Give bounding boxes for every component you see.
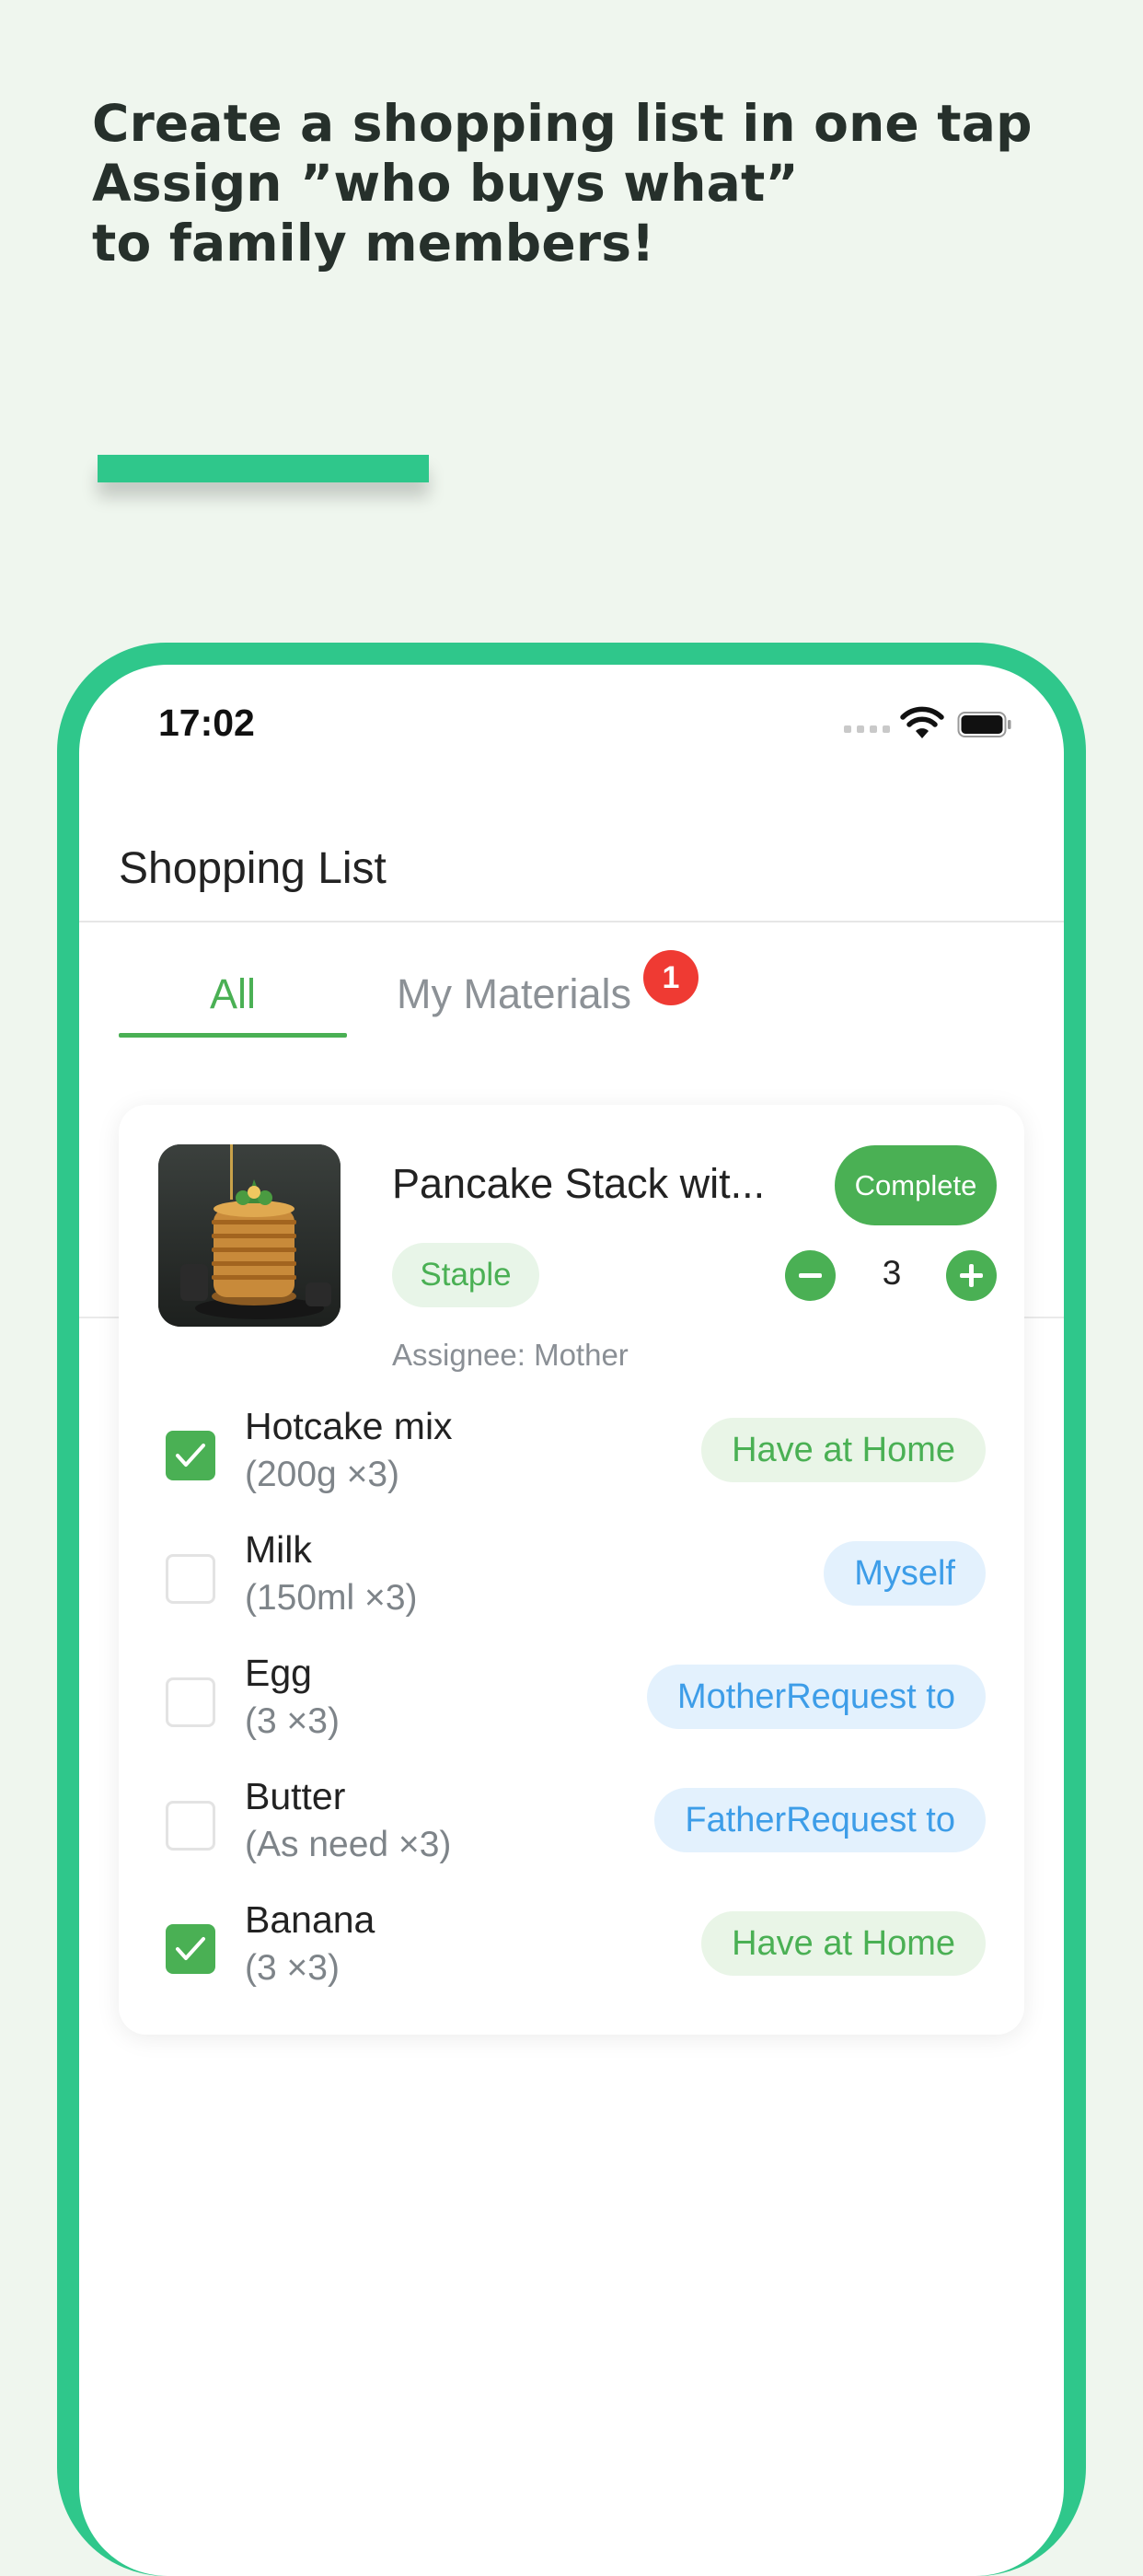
decrement-icon[interactable]	[785, 1250, 836, 1301]
promo-line: Assign ”who buys what”	[92, 154, 799, 213]
ingredient-name: Banana	[245, 1898, 375, 1941]
notification-badge: 1	[643, 950, 698, 1005]
tab-bar: All My Materials 1	[79, 922, 1064, 1318]
promo-line: to family members!	[92, 214, 655, 273]
tab-my-materials[interactable]: My Materials	[397, 970, 631, 1018]
ingredient-row: Banana (3 ×3) Have at Home	[119, 1895, 1024, 2018]
ingredient-row: Egg (3 ×3) MotherRequest to	[119, 1648, 1024, 1771]
assignee-tag[interactable]: Myself	[824, 1541, 986, 1606]
active-tab-indicator	[119, 1033, 347, 1038]
ingredient-name: Milk	[245, 1528, 312, 1571]
checkmark-icon	[176, 1937, 205, 1960]
assignee-tag[interactable]: MotherRequest to	[646, 1665, 986, 1729]
phone-screen: 17:02 Shopping List All My Materials 1 P…	[79, 665, 1064, 2576]
promo-line: Create a shopping list in one tap	[92, 94, 1033, 153]
phone-frame: 17:02 Shopping List All My Materials 1 P…	[57, 643, 1086, 2576]
tab-all[interactable]: All	[119, 970, 347, 1018]
ingredient-row: Hotcake mix (200g ×3) Have at Home	[119, 1401, 1024, 1525]
have-at-home-tag[interactable]: Have at Home	[701, 1911, 986, 1976]
complete-button[interactable]: Complete	[835, 1145, 997, 1225]
assignee-tag[interactable]: FatherRequest to	[654, 1788, 986, 1852]
ingredient-quantity: (3 ×3)	[245, 1948, 340, 1988]
ingredient-name: Butter	[245, 1775, 346, 1817]
checkmark-icon	[176, 1444, 205, 1467]
recipe-title: Pancake Stack wit...	[392, 1160, 766, 1207]
page-title: Shopping List	[119, 844, 387, 893]
pancake-photo	[158, 1144, 341, 1327]
assignee-label: Assignee: Mother	[392, 1338, 629, 1372]
staple-tag: Staple	[392, 1243, 539, 1307]
battery-icon	[957, 712, 1011, 737]
ingredient-row: Butter (As need ×3) FatherRequest to	[119, 1771, 1024, 1895]
have-at-home-tag[interactable]: Have at Home	[701, 1418, 986, 1482]
checkbox-unchecked[interactable]	[166, 1554, 215, 1604]
promo-headline: Create a shopping list in one tap Assign…	[92, 94, 1049, 273]
ingredient-quantity: (150ml ×3)	[245, 1578, 418, 1618]
quantity-value: 3	[882, 1254, 902, 1292]
checkbox-checked[interactable]	[166, 1924, 215, 1974]
status-time: 17:02	[158, 702, 255, 744]
recipe-card: Pancake Stack wit... Complete Staple 3 A…	[119, 1105, 1024, 2035]
checkbox-unchecked[interactable]	[166, 1801, 215, 1851]
ingredient-name: Hotcake mix	[245, 1405, 453, 1447]
checkbox-unchecked[interactable]	[166, 1677, 215, 1727]
increment-icon[interactable]	[946, 1250, 997, 1301]
ingredient-quantity: (3 ×3)	[245, 1701, 340, 1741]
checkbox-checked[interactable]	[166, 1431, 215, 1480]
wifi-icon	[900, 706, 944, 738]
ingredient-name: Egg	[245, 1652, 312, 1694]
ingredient-quantity: (As need ×3)	[245, 1825, 452, 1864]
cellular-signal-icon	[844, 725, 890, 733]
ingredient-quantity: (200g ×3)	[245, 1455, 400, 1494]
accent-bar	[98, 455, 429, 482]
status-bar: 17:02	[79, 665, 1064, 775]
ingredient-row: Milk (150ml ×3) Myself	[119, 1525, 1024, 1648]
ingredient-list: Hotcake mix (200g ×3) Have at Home Milk …	[119, 1401, 1024, 2018]
